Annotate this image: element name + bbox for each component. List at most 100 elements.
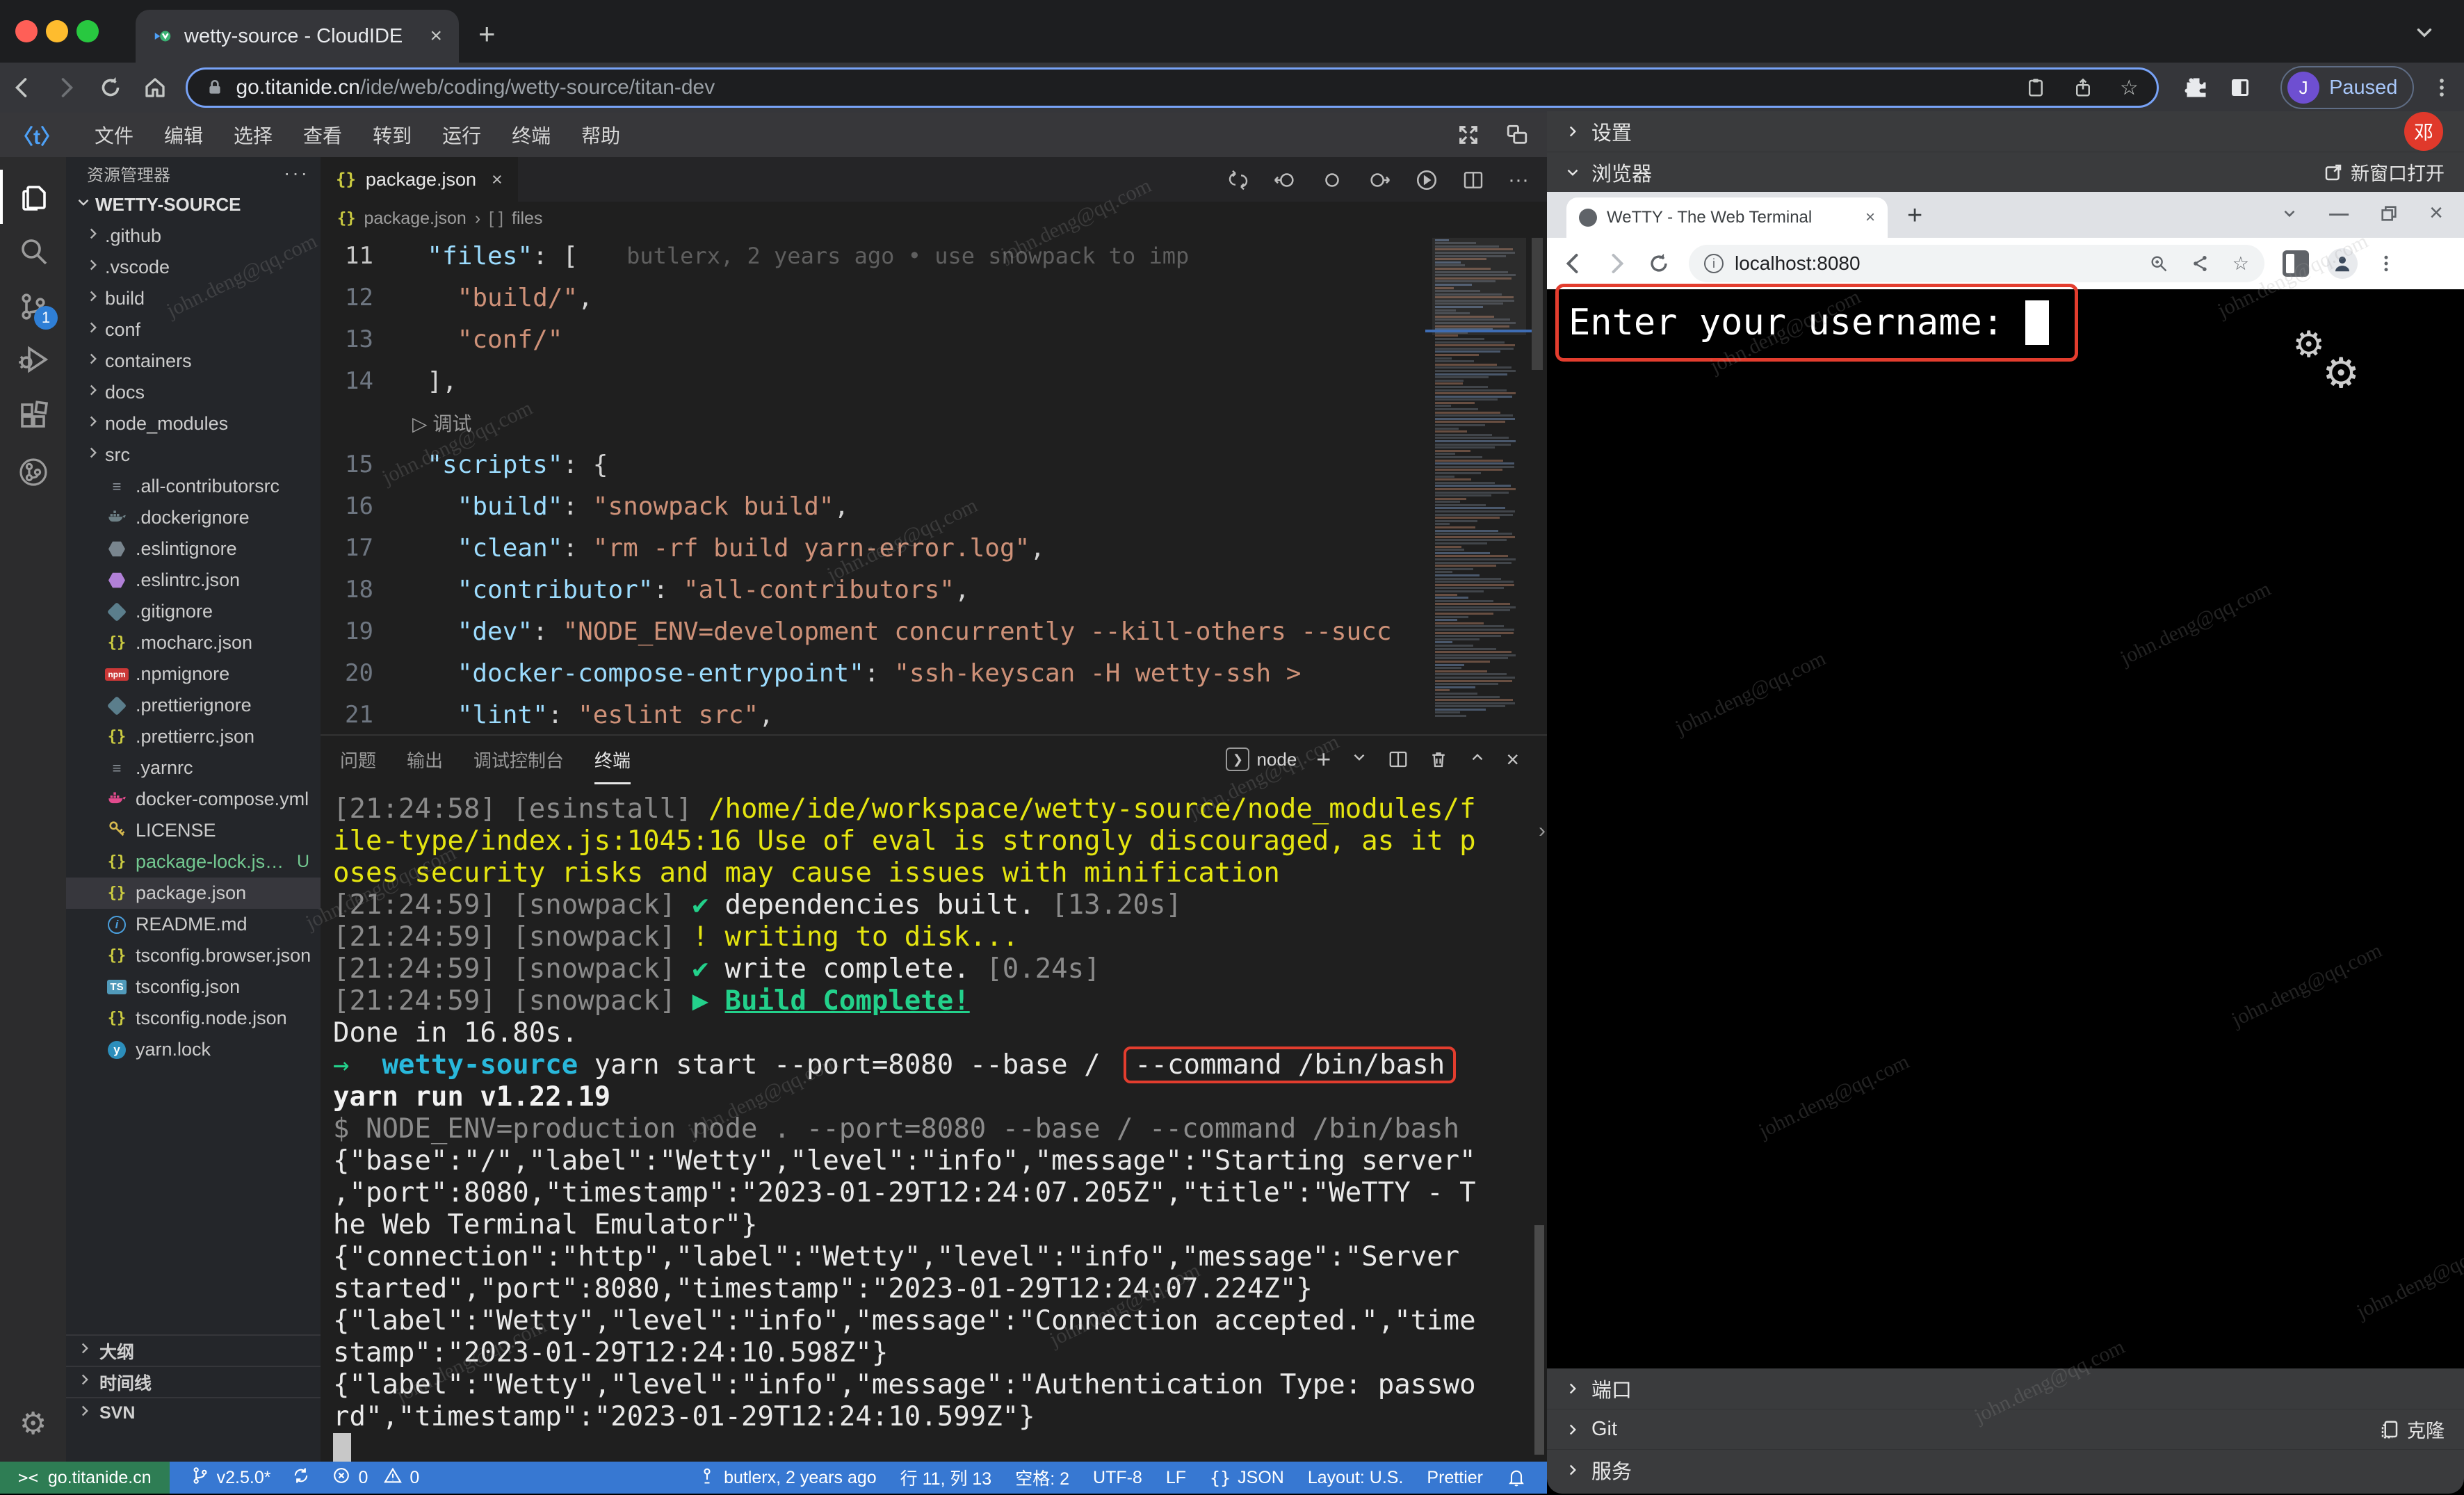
editor-tab-close-icon[interactable]: × (492, 169, 503, 191)
tree-file--dockerignore[interactable]: .dockerignore (66, 502, 321, 533)
tree-file--gitignore[interactable]: .gitignore (66, 596, 321, 627)
source-control-icon[interactable]: 1 (0, 280, 66, 334)
wetty-new-tab-icon[interactable]: + (1907, 201, 1922, 231)
user-avatar[interactable]: 邓 (2404, 112, 2443, 151)
tab-close-icon[interactable]: × (430, 24, 442, 48)
tree-file--eslintignore[interactable]: .eslintignore (66, 533, 321, 565)
reload-icon[interactable] (88, 75, 133, 100)
breadcrumb[interactable]: {} package.json › [ ] files (321, 202, 1547, 235)
terminal-shell-selector[interactable]: ❯node (1226, 748, 1297, 771)
terminal-scrollbar[interactable] (1534, 1225, 1544, 1455)
tree-file--eslintrc-json[interactable]: .eslintrc.json (66, 565, 321, 596)
tree-folder--github[interactable]: .github (66, 220, 321, 252)
wetty-terminal[interactable]: Enter your username: ⚙ ⚙ (1547, 289, 2464, 1368)
language-mode[interactable]: {}JSON (1210, 1468, 1284, 1488)
breadcrumb-file[interactable]: package.json (364, 209, 467, 229)
panel-tab-output[interactable]: 输出 (407, 747, 443, 773)
minimap-slider[interactable] (1432, 238, 1526, 335)
tree-file-tsconfig-node-json[interactable]: {}tsconfig.node.json (66, 1003, 321, 1034)
terminal-dropdown-icon[interactable] (1350, 748, 1368, 771)
tree-file--npmignore[interactable]: npm.npmignore (66, 658, 321, 690)
nav-dot-icon[interactable] (1320, 168, 1344, 192)
panel-tab-debug-console[interactable]: 调试控制台 (473, 747, 564, 773)
tree-folder-containers[interactable]: containers (66, 346, 321, 377)
save-page-icon[interactable] (2025, 77, 2046, 98)
open-changes-icon[interactable] (1227, 169, 1249, 191)
problems-indicator[interactable]: 0 0 (332, 1466, 419, 1490)
open-new-window-button[interactable]: 新窗口打开 (2323, 159, 2445, 186)
eol[interactable]: LF (1166, 1468, 1186, 1488)
wetty-zoom-icon[interactable] (2149, 254, 2169, 273)
tree-file-docker-compose-yml[interactable]: docker-compose.yml (66, 784, 321, 815)
notifications-bell-icon[interactable] (1507, 1468, 1526, 1487)
formatter[interactable]: Prettier (1427, 1468, 1483, 1488)
tree-file-tsconfig-browser-json[interactable]: {}tsconfig.browser.json (66, 940, 321, 971)
new-tab-button[interactable]: + (478, 19, 496, 49)
menu-terminal[interactable]: 终端 (496, 121, 566, 149)
editor-scrollbar[interactable] (1532, 238, 1543, 370)
window-close-button[interactable] (15, 20, 38, 42)
indentation[interactable]: 空格: 2 (1015, 1465, 1069, 1490)
section-services[interactable]: 服务 (1547, 1449, 2464, 1489)
site-info-icon[interactable]: i (1704, 254, 1724, 273)
sidebar-section-0[interactable]: 大纲 (66, 1334, 321, 1366)
browser-menu-icon[interactable] (2420, 76, 2464, 99)
tree-file-README-md[interactable]: iREADME.md (66, 909, 321, 940)
tree-file--mocharc-json[interactable]: {}.mocharc.json (66, 627, 321, 658)
nav-forward-icon[interactable] (1368, 168, 1391, 192)
tree-file-LICENSE[interactable]: LICENSE (66, 815, 321, 846)
clone-button[interactable]: 克隆 (2379, 1416, 2445, 1443)
menu-file[interactable]: 文件 (79, 121, 149, 149)
keyboard-layout[interactable]: Layout: U.S. (1308, 1468, 1404, 1488)
home-icon[interactable] (133, 75, 177, 100)
editor-more-icon[interactable]: ··· (1508, 168, 1529, 192)
wetty-url-bar[interactable]: i localhost:8080 ☆ (1689, 245, 2264, 282)
explorer-icon[interactable] (0, 170, 66, 224)
tree-file--prettierignore[interactable]: .prettierignore (66, 690, 321, 721)
wetty-tabsearch-icon[interactable] (2280, 204, 2299, 223)
section-browser[interactable]: 浏览器 新窗口打开 (1547, 152, 2464, 192)
section-git[interactable]: Git 克隆 (1547, 1409, 2464, 1449)
extensions-icon[interactable] (0, 389, 66, 444)
share-icon[interactable] (2073, 77, 2093, 98)
tree-folder-build[interactable]: build (66, 283, 321, 314)
tree-folder-src[interactable]: src (66, 439, 321, 471)
extensions-puzzle-icon[interactable] (2174, 75, 2219, 100)
tree-file-tsconfig-json[interactable]: TStsconfig.json (66, 971, 321, 1003)
wetty-reload-icon[interactable] (1647, 252, 1671, 275)
panel-tab-terminal[interactable]: 终端 (594, 747, 631, 784)
menu-edit[interactable]: 编辑 (149, 121, 218, 149)
tree-file-yarn-lock[interactable]: yyarn.lock (66, 1034, 321, 1065)
bookmark-star-icon[interactable]: ☆ (2120, 76, 2139, 100)
manage-gear-icon[interactable]: ⚙ (0, 1396, 66, 1450)
menu-view[interactable]: 查看 (288, 121, 357, 149)
wetty-back-icon[interactable] (1561, 251, 1586, 276)
side-panel-icon[interactable] (2218, 75, 2262, 100)
tree-file--prettierrc-json[interactable]: {}.prettierrc.json (66, 721, 321, 752)
run-code-icon[interactable] (1415, 168, 1438, 192)
back-icon[interactable] (0, 75, 44, 100)
search-icon[interactable] (0, 224, 66, 278)
sidebar-section-2[interactable]: SVN (66, 1397, 321, 1428)
branch-indicator[interactable]: v2.5.0* (191, 1466, 271, 1490)
cursor-position[interactable]: 行 11, 列 13 (900, 1465, 992, 1490)
url-bar[interactable]: go.titanide.cn/ide/web/coding/wetty-sour… (186, 67, 2159, 108)
wetty-share-icon[interactable] (2191, 254, 2210, 273)
code-area[interactable]: 11 "files": [butlerx, 2 years ago • use … (321, 235, 1547, 734)
terminal[interactable]: [21:24:58] [esinstall] /home/ide/workspa… (321, 783, 1547, 1462)
wetty-forward-icon[interactable] (1604, 251, 1629, 276)
tab-search-icon[interactable] (2413, 21, 2436, 45)
window-minimize-button[interactable] (46, 20, 68, 42)
section-ports[interactable]: 端口 (1547, 1368, 2464, 1409)
forward-icon[interactable] (44, 75, 89, 100)
wetty-tab[interactable]: WeTTY - The Web Terminal × (1566, 197, 1888, 238)
remote-explorer-icon[interactable] (0, 445, 66, 499)
wetty-profile-icon[interactable] (2327, 248, 2358, 279)
tree-root[interactable]: WETTY-SOURCE (66, 189, 321, 220)
section-settings[interactable]: 设置 邓 (1547, 111, 2464, 152)
kill-terminal-icon[interactable] (1428, 749, 1449, 770)
tree-file--yarnrc[interactable]: ≡.yarnrc (66, 752, 321, 784)
tree-folder-conf[interactable]: conf (66, 314, 321, 346)
menu-help[interactable]: 帮助 (566, 121, 635, 149)
codelens[interactable]: ▷ 调试 (321, 402, 1547, 444)
